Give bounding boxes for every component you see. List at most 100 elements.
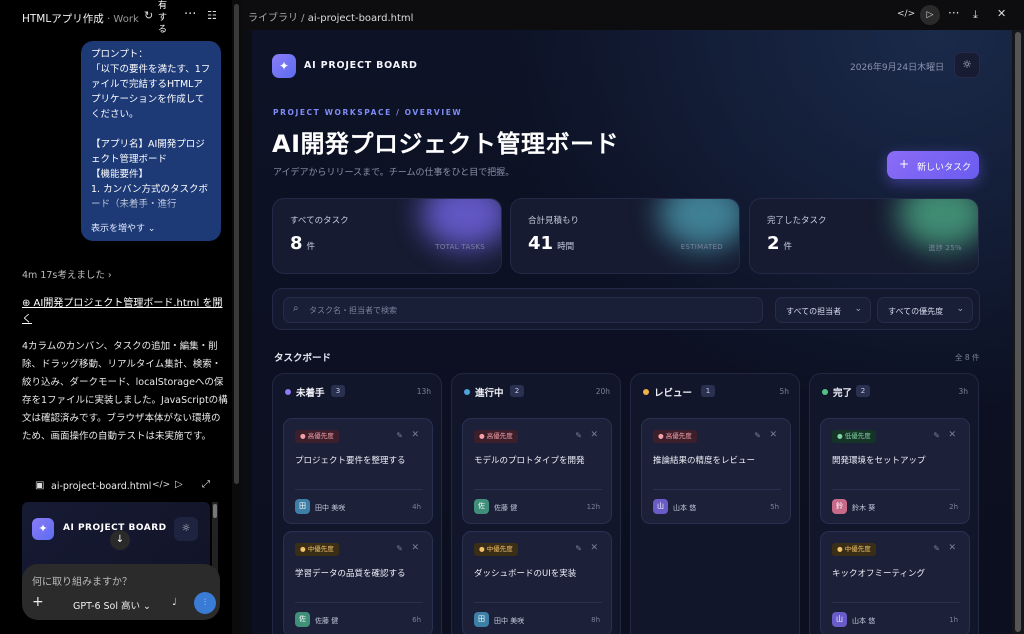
canvas-scrollbar[interactable]	[1012, 30, 1024, 634]
composer[interactable]: 何に取り組みますか？ + GPT-6 Sol 高い ⌄ ♩ ⫶	[22, 564, 220, 620]
chat-scrollbar[interactable]	[232, 0, 242, 634]
task-card[interactable]: ● 高優先度 ✎ ✕ モデルのプロトタイプを開発佐佐藤 健 12h	[462, 418, 612, 524]
card-divider	[295, 489, 423, 490]
file-card-header: ▣ ai-project-board.html </> ▷ ⤢	[22, 476, 220, 498]
task-title: 開発環境をセットアップ	[832, 456, 926, 466]
download-icon[interactable]: ⤓	[973, 8, 978, 22]
priority-select[interactable]: すべての優先度 ⌄	[877, 297, 973, 323]
delete-icon[interactable]: ✕	[411, 430, 419, 440]
column-name: 未着手	[296, 388, 325, 399]
stat-number: 41	[528, 233, 554, 254]
user-prompt-text: プロンプト： 「以下の要件を満たす、1ファイルで完結するHTMLアプリケーション…	[91, 49, 211, 210]
task-card[interactable]: ● 中優先度 ✎ ✕ ダッシュボードのUIを実装田田中 美咲 8h	[462, 531, 612, 634]
sun-icon: ☼	[962, 58, 972, 71]
kanban-column: 進行中 2 20h ● 高優先度 ✎ ✕ モデルのプロトタイプを開発佐佐藤 健 12h ● 中優…	[451, 373, 621, 634]
assignee-name: 鈴木 葵	[852, 504, 876, 512]
breadcrumb-file: ai-project-board.html	[307, 13, 414, 24]
edit-icon[interactable]: ✎	[575, 544, 582, 553]
expand-icon[interactable]: ⤢	[202, 479, 210, 490]
canvas-scroll-thumb[interactable]	[1015, 32, 1021, 632]
share-icon[interactable]: ↻	[144, 9, 153, 22]
task-card[interactable]: ● 中優先度 ✎ ✕ 学習データの品質を確認する佐佐藤 健 6h	[283, 531, 433, 634]
avatar: 田	[474, 612, 489, 627]
task-card[interactable]: ● 高優先度 ✎ ✕ プロジェクト要件を整理する田田中 美咲 4h	[283, 418, 433, 524]
assistant-answer: 4カラムのカンバン、タスクの追加・編集・削除、ドラッグ移動、リアルタイム集計、検…	[22, 341, 228, 442]
priority-badge: ● 高優先度	[295, 430, 339, 443]
page-title: AI開発プロジェクト管理ボード	[272, 130, 620, 158]
task-hours: 8h	[591, 616, 600, 624]
open-file-link[interactable]: ⊕ AI開発プロジェクト管理ボード.html を開く	[22, 296, 226, 328]
edit-icon[interactable]: ✎	[933, 544, 940, 553]
kanban-column: 完了 2 3h ● 低優先度 ✎ ✕ 開発環境をセットアップ鈴鈴木 葵 2h ● 中優先度 ✎ ✕ キ…	[809, 373, 979, 634]
search-input[interactable]: ⌕ タスク名・担当者で検索	[283, 297, 763, 323]
chevron-down-icon: ⌄	[147, 224, 156, 234]
avatar: 田	[295, 499, 310, 514]
column-count-badge: 2	[856, 385, 870, 397]
close-icon[interactable]: ✕	[997, 7, 1006, 20]
more-options-icon[interactable]: ···	[184, 7, 196, 22]
delete-icon[interactable]: ✕	[590, 430, 598, 440]
status-dot-icon	[822, 389, 828, 395]
delete-icon[interactable]: ✕	[769, 430, 777, 440]
assignee-select[interactable]: すべての担当者 ⌄	[775, 297, 871, 323]
preview-scroll-thumb[interactable]	[213, 504, 217, 518]
column-header: 完了 2 3h	[810, 374, 980, 408]
priority-badge: ● 中優先度	[832, 543, 876, 556]
avatar: 山	[653, 499, 668, 514]
task-hours: 4h	[412, 503, 421, 511]
task-hours: 6h	[412, 616, 421, 624]
stat-unit: 件	[306, 242, 316, 252]
run-icon[interactable]: ▷	[920, 5, 940, 25]
theme-toggle-button[interactable]: ☼	[954, 52, 980, 78]
edit-icon[interactable]: ✎	[933, 431, 940, 440]
assignee-name: 佐藤 健	[315, 617, 339, 625]
more-options-icon[interactable]: ···	[948, 6, 959, 20]
chat-header: HTMLアプリ作成 · Work ↻ 有する ··· ☷	[0, 0, 232, 35]
stat-value: 2件	[767, 233, 792, 254]
composer-placeholder[interactable]: 何に取り組みますか？	[32, 573, 132, 588]
avatar: 佐	[474, 499, 489, 514]
code-view-icon[interactable]: </>	[897, 9, 915, 19]
delete-icon[interactable]: ✕	[948, 543, 956, 553]
status-dot-icon	[285, 389, 291, 395]
file-card-name[interactable]: ai-project-board.html	[51, 481, 151, 492]
voice-mode-icon[interactable]: ⫶	[194, 592, 216, 614]
task-card[interactable]: ● 低優先度 ✎ ✕ 開発環境をセットアップ鈴鈴木 葵 2h	[820, 418, 970, 524]
play-icon[interactable]: ▷	[175, 479, 183, 490]
breadcrumb-library[interactable]: ライブラリ /	[248, 13, 305, 24]
priority-badge: ● 中優先度	[295, 543, 339, 556]
task-title: キックオフミーティング	[832, 569, 925, 579]
thinking-summary[interactable]: 4m 17s考えました ›	[22, 267, 112, 281]
task-title: プロジェクト要件を整理する	[295, 456, 406, 466]
edit-icon[interactable]: ✎	[575, 431, 582, 440]
stat-glow	[421, 199, 501, 249]
delete-icon[interactable]: ✕	[411, 543, 419, 553]
search-placeholder: タスク名・担当者で検索	[309, 306, 397, 315]
delete-icon[interactable]: ✕	[948, 430, 956, 440]
board-title: タスクボード	[274, 353, 332, 364]
task-card[interactable]: ● 中優先度 ✎ ✕ キックオフミーティング山山本 悠 1h	[820, 531, 970, 634]
stat-unit: 件	[783, 242, 793, 252]
task-card[interactable]: ● 高優先度 ✎ ✕ 推論結果の精度をレビュー山山本 悠 5h	[641, 418, 791, 524]
code-view-icon[interactable]: </>	[152, 480, 170, 490]
assignee-name: 山本 悠	[673, 504, 697, 512]
chat-scroll-thumb[interactable]	[234, 4, 239, 484]
task-title: モデルのプロトタイプを開発	[474, 456, 585, 466]
scroll-down-icon[interactable]: ↓	[110, 530, 130, 550]
model-selector[interactable]: GPT-6 Sol 高い ⌄	[73, 598, 151, 612]
status-dot-icon	[643, 389, 649, 395]
edit-icon[interactable]: ✎	[396, 431, 403, 440]
edit-icon[interactable]: ✎	[396, 544, 403, 553]
stat-caption: 進捗 25%	[928, 244, 962, 252]
sidebar-toggle-icon[interactable]: ☷	[207, 9, 217, 22]
edit-icon[interactable]: ✎	[754, 431, 761, 440]
microphone-icon[interactable]: ♩	[172, 597, 177, 608]
assignee-name: 山本 悠	[852, 617, 876, 625]
attach-plus-icon[interactable]: +	[32, 594, 44, 610]
card-divider	[474, 602, 602, 603]
new-task-button[interactable]: + 新しいタスク	[887, 151, 979, 179]
show-more-button[interactable]: 表示を増やす ⌄	[91, 221, 155, 234]
chat-title[interactable]: HTMLアプリ作成 · Work	[22, 11, 139, 26]
chevron-down-icon: ⌄	[143, 601, 152, 612]
delete-icon[interactable]: ✕	[590, 543, 598, 553]
